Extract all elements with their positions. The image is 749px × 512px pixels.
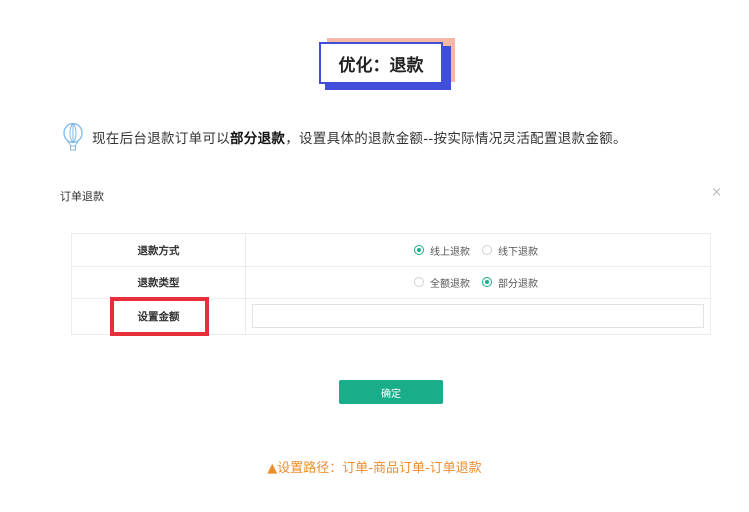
description-text-before: 现在后台退款订单可以 [92, 131, 230, 147]
refund-type-label: 退款类型 [72, 266, 246, 298]
description-text-after: ，设置具体的退款金额--按实际情况灵活配置退款金额。 [285, 131, 627, 147]
balloon-icon [63, 123, 83, 151]
highlight-box [110, 297, 209, 336]
refund-method-options: 线上退款 线下退款 [246, 234, 710, 266]
set-amount-cell [246, 298, 710, 335]
row-refund-method: 退款方式 线上退款 线下退款 [72, 234, 710, 267]
radio-online-refund-label: 线上退款 [430, 246, 470, 258]
radio-checked-icon [414, 245, 424, 255]
description-text: 现在后台退款订单可以部分退款，设置具体的退款金额--按实际情况灵活配置退款金额。 [92, 127, 627, 147]
refund-amount-input[interactable] [252, 304, 704, 328]
refund-type-options: 全额退款 部分退款 [246, 266, 710, 298]
radio-partial-refund[interactable]: 部分退款 [482, 275, 538, 290]
settings-path: ▲设置路径：订单-商品订单-订单退款 [267, 461, 482, 476]
description-text-bold: 部分退款 [230, 131, 286, 147]
radio-full-refund-label: 全额退款 [430, 278, 470, 290]
refund-method-radio-group: 线上退款 线下退款 [414, 234, 550, 266]
confirm-button[interactable]: 确定 [339, 380, 443, 404]
radio-online-refund[interactable]: 线上退款 [414, 243, 470, 258]
refund-method-label: 退款方式 [72, 234, 246, 266]
radio-offline-refund-label: 线下退款 [498, 246, 538, 258]
refund-type-radio-group: 全额退款 部分退款 [414, 266, 550, 298]
radio-checked-icon [482, 277, 492, 287]
radio-full-refund[interactable]: 全额退款 [414, 275, 470, 290]
radio-partial-refund-label: 部分退款 [498, 278, 538, 290]
page-title: 优化：退款 [319, 42, 443, 84]
radio-offline-refund[interactable]: 线下退款 [482, 243, 538, 258]
radio-unchecked-icon [482, 245, 492, 255]
section-title-badge: 优化：退款 [319, 38, 455, 92]
description-line: 现在后台退款订单可以部分退款，设置具体的退款金额--按实际情况灵活配置退款金额。 [62, 123, 627, 151]
close-icon[interactable]: × [711, 185, 722, 200]
modal-title: 订单退款 [60, 190, 104, 203]
row-refund-type: 退款类型 全额退款 部分退款 [72, 266, 710, 299]
radio-unchecked-icon [414, 277, 424, 287]
